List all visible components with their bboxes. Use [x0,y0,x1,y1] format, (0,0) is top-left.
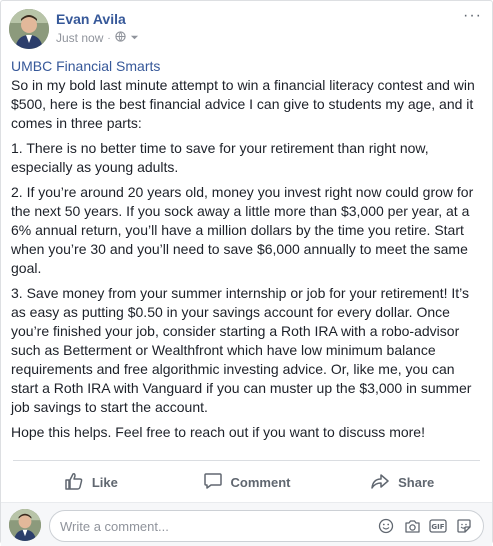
post-paragraph: 1. There is no better time to save for y… [11,140,429,175]
post-content: UMBC Financial Smarts So in my bold last… [11,57,483,448]
gif-icon[interactable]: GIF [429,517,447,535]
comment-icon [203,472,223,493]
comment-placeholder: Write a comment... [60,518,169,534]
comment-button[interactable]: Comment [169,461,325,503]
chevron-down-icon[interactable] [130,31,139,45]
action-bar: Like Comment Share [13,460,480,503]
share-label: Share [398,474,435,490]
post-paragraph: 3. Save money from your summer internshi… [11,285,472,415]
thumbs-up-icon [64,472,84,493]
comment-bar: Write a comment... GIF [1,502,492,546]
comment-tools: GIF [377,517,473,535]
post-paragraph: So in my bold last minute attempt to win… [11,77,475,131]
post-meta: Just now · [56,31,139,45]
globe-icon[interactable] [115,31,126,45]
post-card: Evan Avila Just now · ··· UMBC Financial… [0,0,493,546]
comment-label: Comment [230,474,291,490]
post-paragraph: Hope this helps. Feel free to reach out … [11,424,425,440]
group-link[interactable]: UMBC Financial Smarts [11,57,483,76]
more-options-button[interactable]: ··· [463,7,482,25]
camera-icon[interactable] [403,517,421,535]
sticker-icon[interactable] [455,517,473,535]
avatar[interactable] [9,509,41,541]
post-header: Evan Avila Just now · ··· [1,1,492,51]
timestamp[interactable]: Just now [56,31,103,45]
like-label: Like [91,474,118,490]
separator-dot: · [107,32,111,44]
smiley-icon[interactable] [377,517,395,535]
post-paragraph: 2. If you’re around 20 years old, money … [11,184,474,276]
share-button[interactable]: Share [324,461,480,503]
like-button[interactable]: Like [13,461,169,503]
svg-text:GIF: GIF [431,523,444,531]
avatar[interactable] [9,9,49,49]
author-name[interactable]: Evan Avila [56,11,126,27]
comment-input[interactable]: Write a comment... GIF [49,510,484,542]
share-icon [370,472,390,493]
